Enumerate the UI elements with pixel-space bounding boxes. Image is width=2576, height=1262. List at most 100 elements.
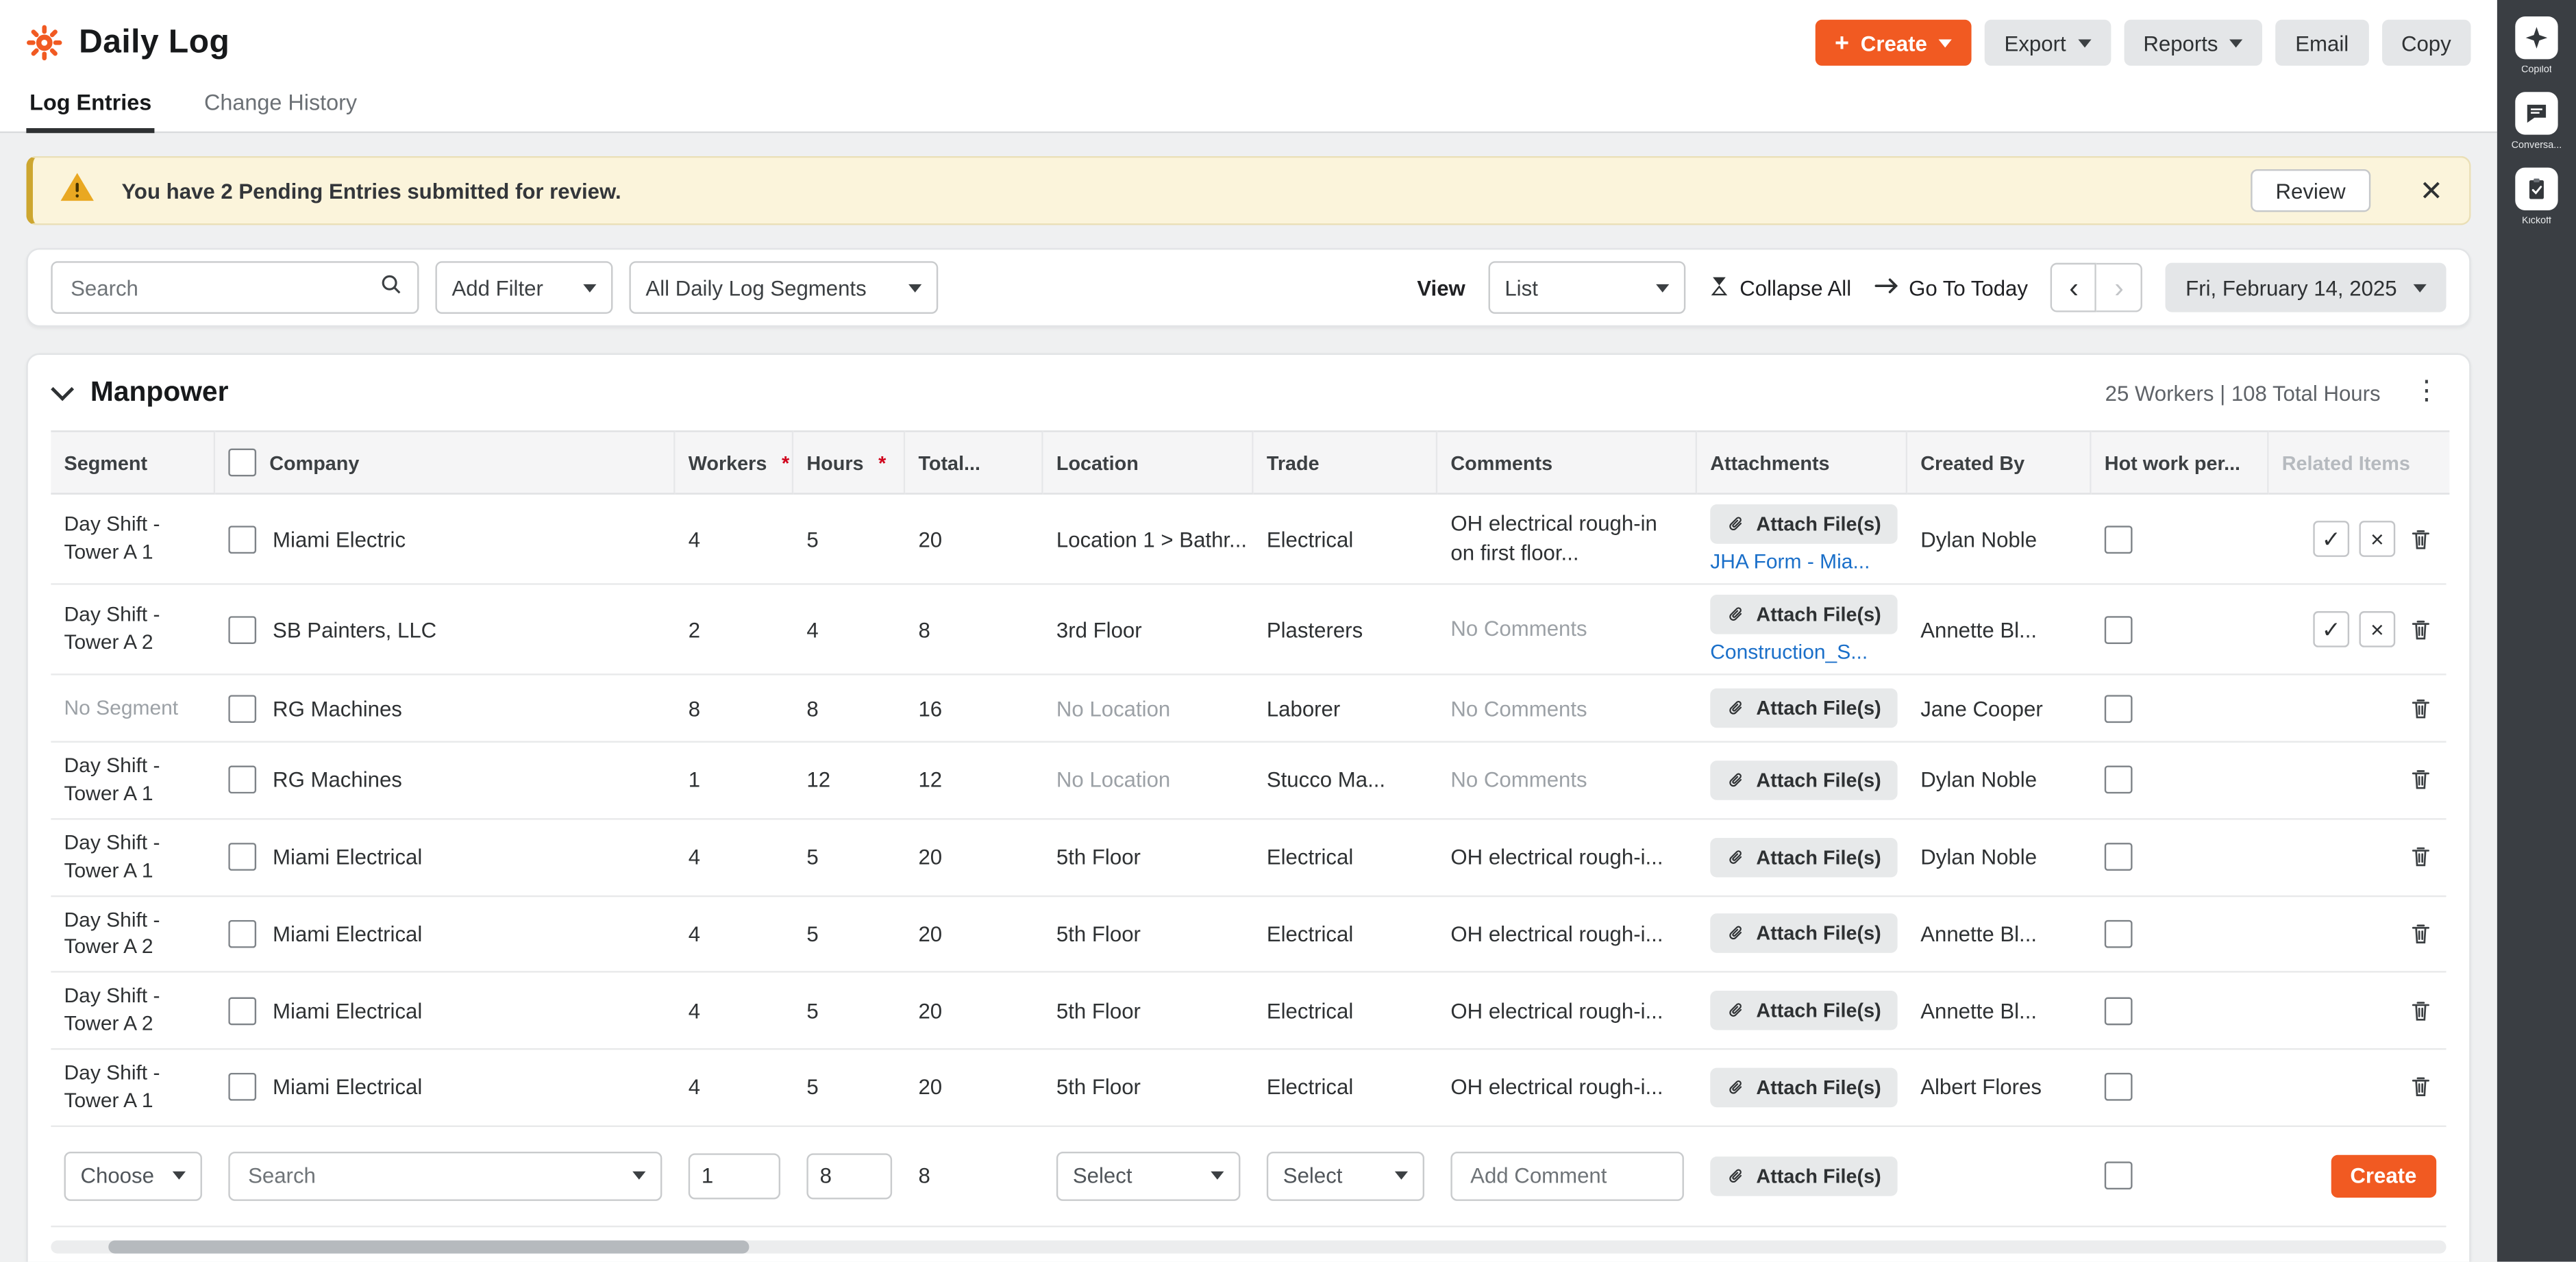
chevron-down-icon[interactable] bbox=[51, 378, 74, 401]
scrollbar-thumb[interactable] bbox=[108, 1240, 749, 1253]
delete-button[interactable] bbox=[2405, 918, 2437, 950]
comment-input[interactable] bbox=[1467, 1162, 1668, 1190]
attach-files-button[interactable]: Attach File(s) bbox=[1710, 837, 1897, 877]
delete-button[interactable] bbox=[2405, 765, 2437, 796]
row-checkbox[interactable] bbox=[228, 766, 256, 794]
chevron-down-icon bbox=[1211, 1172, 1224, 1180]
chevron-down-icon bbox=[632, 1172, 645, 1180]
segments-select[interactable]: All Daily Log Segments bbox=[629, 261, 938, 314]
manpower-section: Manpower 25 Workers | 108 Total Hours ⋮ … bbox=[26, 354, 2470, 1262]
previous-day-button[interactable]: ‹ bbox=[2051, 263, 2097, 312]
attach-files-button[interactable]: Attach File(s) bbox=[1710, 991, 1897, 1030]
hot-work-checkbox[interactable] bbox=[2105, 920, 2133, 948]
reject-button[interactable]: × bbox=[2359, 521, 2395, 557]
chevron-down-icon bbox=[173, 1172, 186, 1180]
hot-work-checkbox[interactable] bbox=[2105, 766, 2133, 794]
location-select[interactable]: Select bbox=[1056, 1151, 1241, 1200]
table-row: Day Shift - Tower A 2 SB Painters, LLC 2… bbox=[51, 585, 2446, 676]
hot-work-checkbox[interactable] bbox=[2105, 694, 2133, 722]
chevron-down-icon bbox=[2077, 38, 2090, 47]
company-search-box bbox=[228, 1151, 662, 1200]
view-select[interactable]: List bbox=[1488, 261, 1685, 314]
delete-button[interactable] bbox=[2405, 614, 2437, 645]
row-checkbox[interactable] bbox=[228, 525, 256, 553]
attach-files-button[interactable]: Attach File(s) bbox=[1710, 914, 1897, 954]
attachment-link[interactable]: JHA Form - Mia... bbox=[1710, 550, 1870, 573]
tab-change-history[interactable]: Change History bbox=[201, 82, 360, 132]
company-search-input[interactable] bbox=[245, 1162, 623, 1190]
hot-work-checkbox[interactable] bbox=[2105, 997, 2133, 1025]
date-picker-button[interactable]: Fri, February 14, 2025 bbox=[2166, 263, 2446, 312]
search-icon bbox=[380, 272, 403, 304]
view-label: View bbox=[1417, 275, 1465, 300]
export-button[interactable]: Export bbox=[1985, 20, 2111, 66]
search-input[interactable] bbox=[67, 273, 369, 301]
kickoff-icon bbox=[2515, 168, 2558, 210]
hot-work-checkbox[interactable] bbox=[2105, 843, 2133, 871]
close-icon[interactable]: ✕ bbox=[2416, 177, 2447, 205]
workers-input[interactable] bbox=[689, 1153, 780, 1199]
delete-button[interactable] bbox=[2405, 841, 2437, 873]
delete-button[interactable] bbox=[2405, 523, 2437, 555]
chevron-down-icon bbox=[2229, 38, 2242, 47]
create-entry-button[interactable]: Create bbox=[2331, 1154, 2437, 1197]
filter-toolbar-card: Add Filter All Daily Log Segments View L… bbox=[26, 248, 2470, 327]
attach-files-button[interactable]: Attach File(s) bbox=[1710, 1067, 1897, 1107]
horizontal-scrollbar[interactable] bbox=[51, 1240, 2446, 1253]
manpower-title: Manpower bbox=[90, 376, 229, 409]
row-checkbox[interactable] bbox=[228, 615, 256, 643]
table-row: Day Shift - Tower A 2 Miami Electrical 4… bbox=[51, 973, 2446, 1050]
warning-icon bbox=[59, 169, 95, 213]
chevron-down-icon bbox=[908, 284, 921, 292]
chevron-down-icon bbox=[583, 284, 596, 292]
reject-button[interactable]: × bbox=[2359, 611, 2395, 647]
next-day-button[interactable]: › bbox=[2097, 263, 2143, 312]
tab-log-entries[interactable]: Log Entries bbox=[26, 82, 155, 133]
hot-work-checkbox[interactable] bbox=[2105, 525, 2133, 553]
trade-select[interactable]: Select bbox=[1267, 1151, 1424, 1200]
search-box bbox=[51, 261, 419, 314]
segment-select[interactable]: Choose bbox=[64, 1151, 202, 1200]
rail-item-conversations[interactable]: Conversa... bbox=[2497, 92, 2576, 151]
approve-button[interactable]: ✓ bbox=[2313, 521, 2349, 557]
header-actions: + Create Export Reports Email Copy bbox=[1815, 20, 2470, 66]
chevron-down-icon bbox=[2414, 284, 2427, 292]
go-to-today-button[interactable]: Go To Today bbox=[1874, 275, 2028, 300]
attach-files-button[interactable]: Attach File(s) bbox=[1710, 595, 1897, 634]
row-checkbox[interactable] bbox=[228, 843, 256, 871]
delete-button[interactable] bbox=[2405, 1072, 2437, 1103]
manpower-menu-button[interactable]: ⋮ bbox=[2410, 380, 2443, 406]
delete-button[interactable] bbox=[2405, 995, 2437, 1026]
row-checkbox[interactable] bbox=[228, 1074, 256, 1102]
create-button[interactable]: + Create bbox=[1815, 20, 1971, 66]
approve-button[interactable]: ✓ bbox=[2313, 611, 2349, 647]
review-button[interactable]: Review bbox=[2251, 169, 2370, 212]
hot-work-checkbox[interactable] bbox=[2105, 1162, 2133, 1190]
page: Daily Log + Create Export Reports Email … bbox=[0, 0, 2576, 1262]
top-bar: Daily Log + Create Export Reports Email … bbox=[0, 0, 2497, 133]
conversations-icon bbox=[2515, 92, 2558, 134]
attach-files-button[interactable]: Attach File(s) bbox=[1710, 689, 1897, 728]
tab-bar: Log Entries Change History bbox=[0, 82, 2497, 133]
rail-item-copilot[interactable]: Copilot bbox=[2497, 16, 2576, 75]
attach-files-button[interactable]: Attach File(s) bbox=[1710, 1156, 1897, 1196]
table-row: Day Shift - Tower A 1 Miami Electrical 4… bbox=[51, 819, 2446, 896]
row-checkbox[interactable] bbox=[228, 920, 256, 948]
attachment-link[interactable]: Construction_S... bbox=[1710, 641, 1868, 664]
rail-item-kickoff[interactable]: Kickoff bbox=[2497, 168, 2576, 227]
delete-button[interactable] bbox=[2405, 693, 2437, 724]
hot-work-checkbox[interactable] bbox=[2105, 615, 2133, 643]
attach-files-button[interactable]: Attach File(s) bbox=[1710, 760, 1897, 800]
add-filter-select[interactable]: Add Filter bbox=[435, 261, 612, 314]
copy-button[interactable]: Copy bbox=[2381, 20, 2470, 66]
plus-icon: + bbox=[1835, 30, 1849, 55]
hot-work-checkbox[interactable] bbox=[2105, 1074, 2133, 1102]
row-checkbox[interactable] bbox=[228, 997, 256, 1025]
collapse-all-button[interactable]: Collapse All bbox=[1709, 273, 1851, 301]
select-all-checkbox[interactable] bbox=[228, 449, 256, 477]
email-button[interactable]: Email bbox=[2275, 20, 2368, 66]
hours-input[interactable] bbox=[806, 1153, 892, 1199]
attach-files-button[interactable]: Attach File(s) bbox=[1710, 504, 1897, 544]
reports-button[interactable]: Reports bbox=[2124, 20, 2263, 66]
row-checkbox[interactable] bbox=[228, 694, 256, 722]
